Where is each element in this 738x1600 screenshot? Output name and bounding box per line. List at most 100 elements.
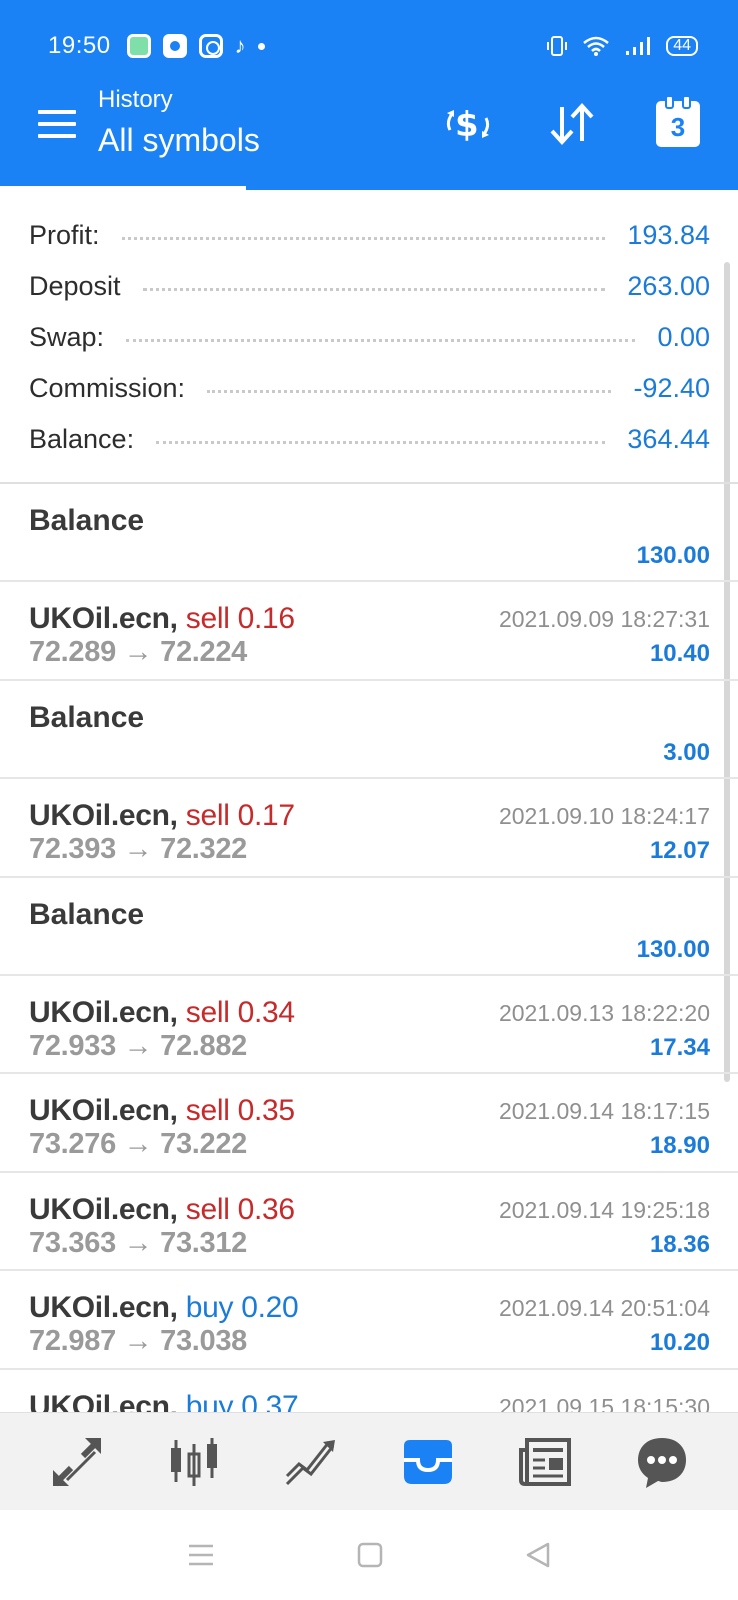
trade-date: 2021.09.14 20:51:04 [498,1295,710,1322]
nav-quotes[interactable] [42,1427,112,1497]
trade-row[interactable]: UKOil.ecn, buy 0.37 2021.09.15 18:15:30 [0,1370,738,1412]
home-icon[interactable] [356,1541,384,1569]
trade-date: 2021.09.15 18:15:30 [498,1393,710,1412]
history-list: Balance 130.00 UKOil.ecn, sell 0.16 72.2… [0,482,738,1412]
tab-indicator [0,186,246,190]
trade-symbol: UKOil.ecn, sell 0.36 [29,1192,295,1226]
trade-icon [285,1439,335,1485]
nav-history[interactable] [393,1427,463,1497]
dotted-leader [142,288,606,291]
summary-value: 364.44 [627,424,710,454]
trade-prices: 72.289 → 72.224 [29,636,248,669]
trade-side: sell 0.36 [185,1192,295,1226]
sort-icon [550,103,594,145]
menu-icon[interactable] [38,110,76,138]
summary-value: 193.84 [627,220,710,250]
summary-row-deposit: Deposit 263.00 [0,261,738,312]
symbol-filter[interactable]: All symbols [98,122,260,159]
summary-label: Deposit [29,271,121,301]
trade-date: 2021.09.14 18:17:15 [498,1098,710,1125]
trade-side: sell 0.35 [185,1094,295,1128]
summary-row-balance: Balance: 364.44 [0,414,738,465]
dotted-leader [121,237,606,240]
trade-date: 2021.09.13 18:22:20 [498,999,710,1026]
chat-icon [637,1437,686,1488]
calendar-icon: 3 [656,95,700,147]
top-bar: 19:50 ♪ 44 History All symbols $ 3 [0,0,738,190]
history-icon [403,1439,452,1484]
summary-row-profit: Profit: 193.84 [0,210,738,261]
summary-label: Swap: [29,322,105,352]
balance-title: Balance [29,897,145,931]
calendar-button[interactable]: 3 [650,95,706,152]
battery-icon: 44 [666,36,698,56]
instagram-icon [198,34,223,58]
trade-side: sell 0.16 [185,602,295,636]
history-summary: Profit: 193.84 Deposit 263.00 Swap: 0.00… [0,210,738,465]
news-icon [518,1437,571,1486]
trade-date: 2021.09.10 18:24:17 [498,803,710,830]
system-icons: 44 [546,35,698,57]
row-amount: 17.34 [649,1033,710,1061]
deposit-filter-button[interactable]: $ [440,96,496,152]
summary-value: 263.00 [627,271,710,301]
summary-label: Profit: [29,220,100,250]
summary-value: 0.00 [657,322,710,352]
trade-row[interactable]: UKOil.ecn, sell 0.36 73.363 → 73.312 202… [0,1173,738,1272]
trade-symbol: UKOil.ecn, sell 0.17 [29,799,295,833]
app-notification-icon [162,34,187,58]
summary-value: -92.40 [633,373,710,403]
summary-label: Commission: [29,373,186,403]
nav-trade[interactable] [276,1427,346,1497]
balance-title: Balance [29,700,145,734]
sort-button[interactable] [544,96,600,152]
trade-row[interactable]: UKOil.ecn, sell 0.35 73.276 → 73.222 202… [0,1074,738,1173]
trade-side: sell 0.17 [185,799,295,833]
summary-row-commission: Commission: -92.40 [0,363,738,414]
trade-prices: 72.393 → 72.322 [29,833,248,866]
trade-row[interactable]: UKOil.ecn, buy 0.20 72.987 → 73.038 2021… [0,1271,738,1370]
recent-apps-icon[interactable] [186,1542,216,1568]
status-time: 19:50 [48,32,111,59]
system-navigation-bar [0,1510,738,1600]
trade-prices: 73.276 → 73.222 [29,1128,248,1161]
trade-side: sell 0.34 [185,995,295,1029]
trade-side: buy 0.37 [185,1389,299,1412]
dotted-leader [156,441,606,444]
row-amount: 130.00 [636,935,710,963]
wifi-icon [583,36,610,56]
svg-text:$: $ [455,105,479,145]
vibrate-icon [547,36,568,56]
trade-row[interactable]: UKOil.ecn, sell 0.16 72.289 → 72.224 202… [0,582,738,681]
signal-icon [626,37,651,55]
tiktok-icon: ♪ [234,33,246,58]
trade-symbol: UKOil.ecn, buy 0.20 [29,1291,299,1325]
trade-side: buy 0.20 [185,1291,299,1325]
balance-row[interactable]: Balance 3.00 [0,681,738,780]
quotes-icon [52,1437,101,1486]
more-notifications-dot [257,42,265,50]
summary-row-swap: Swap: 0.00 [0,312,738,363]
trade-symbol: UKOil.ecn, sell 0.16 [29,602,295,636]
row-amount: 18.90 [649,1132,710,1160]
balance-row[interactable]: Balance 130.00 [0,484,738,583]
page-title: History [98,86,173,113]
dollar-exchange-icon: $ [446,105,490,145]
trade-date: 2021.09.14 19:25:18 [498,1196,710,1223]
trade-date: 2021.09.09 18:27:31 [498,606,710,633]
trade-row[interactable]: UKOil.ecn, sell 0.34 72.933 → 72.882 202… [0,976,738,1075]
app-bar: History All symbols $ 3 [0,82,738,182]
trade-row[interactable]: UKOil.ecn, sell 0.17 72.393 → 72.322 202… [0,779,738,878]
chart-icon [170,1437,217,1486]
back-icon[interactable] [524,1541,552,1569]
nav-news[interactable] [510,1427,580,1497]
trade-symbol: UKOil.ecn, sell 0.34 [29,995,295,1029]
trade-prices: 73.363 → 73.312 [29,1226,248,1259]
balance-row[interactable]: Balance 130.00 [0,878,738,976]
trade-symbol: UKOil.ecn, sell 0.35 [29,1094,295,1128]
nav-chat[interactable] [627,1427,697,1497]
notification-icons: ♪ [126,33,265,59]
status-bar: 19:50 ♪ 44 [48,30,698,62]
balance-title: Balance [29,504,145,537]
nav-chart[interactable] [159,1427,229,1497]
